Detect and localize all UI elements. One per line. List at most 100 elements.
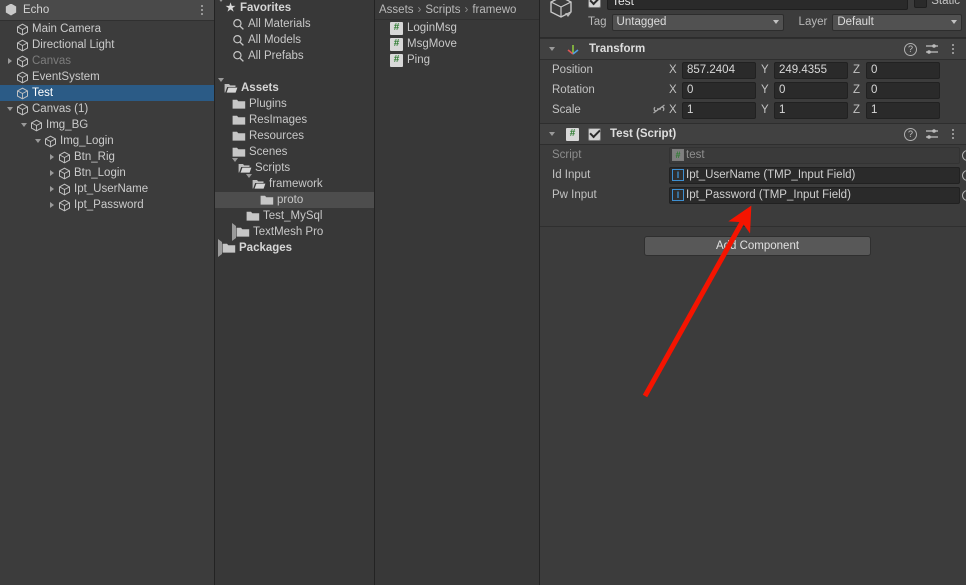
hierarchy-item-btn-rig[interactable]: Btn_Rig xyxy=(0,149,214,165)
inspector-panel: Test Static Tag Untagged Layer Default T… xyxy=(540,0,966,585)
object-field-id-input[interactable]: I Ipt_UserName (TMP_Input Field) xyxy=(669,166,966,184)
breadcrumb-separator: › xyxy=(417,3,422,16)
twirl-slot[interactable] xyxy=(46,170,58,176)
twirl-slot[interactable] xyxy=(4,58,16,64)
breadcrumb-segment[interactable]: Scripts xyxy=(425,4,460,16)
tag-label: Tag xyxy=(588,16,607,28)
search-icon xyxy=(232,34,245,47)
project-item-textmesh-pro[interactable]: TextMesh Pro xyxy=(215,223,374,241)
script-kebab-menu-icon[interactable] xyxy=(947,127,959,141)
transform-position-y-input[interactable]: 249.4355 xyxy=(774,61,848,79)
hierarchy-item-canvas[interactable]: Canvas xyxy=(0,53,214,69)
static-checkbox[interactable] xyxy=(914,0,928,8)
project-item-proto[interactable]: proto xyxy=(215,192,374,208)
hierarchy-item-label: Ipt_Password xyxy=(74,199,144,211)
preset-icon[interactable] xyxy=(925,128,939,140)
twirl-right-icon[interactable] xyxy=(50,154,54,160)
hierarchy-item-ipt-password[interactable]: Ipt_Password xyxy=(0,197,214,213)
add-component-button[interactable]: Add Component xyxy=(644,236,871,256)
file-list-item[interactable]: # MsgMove xyxy=(375,36,539,52)
gameobject-cube-icon xyxy=(16,71,29,84)
transform-position-x-input[interactable]: 857.2404 xyxy=(682,61,756,79)
twirl-right-icon[interactable] xyxy=(50,186,54,192)
project-item-test-mysql[interactable]: Test_MySql xyxy=(215,208,374,224)
twirl-right-icon[interactable] xyxy=(50,202,54,208)
hierarchy-item-eventsystem[interactable]: EventSystem xyxy=(0,69,214,85)
scale-constraint-lock-icon[interactable] xyxy=(651,103,669,118)
project-item-all-models[interactable]: All Models xyxy=(215,32,374,48)
script-enabled-checkbox[interactable] xyxy=(588,127,601,141)
twirl-slot[interactable] xyxy=(46,154,58,160)
twirl-slot[interactable] xyxy=(18,123,30,127)
help-icon[interactable]: ? xyxy=(904,42,917,56)
twirl-slot[interactable] xyxy=(4,107,16,111)
hierarchy-kebab-menu-icon[interactable] xyxy=(196,3,208,17)
folder-icon xyxy=(222,242,236,254)
hierarchy-item-img-login[interactable]: Img_Login xyxy=(0,133,214,149)
hierarchy-item-directional-light[interactable]: Directional Light xyxy=(0,37,214,53)
hierarchy-item-ipt-username[interactable]: Ipt_UserName xyxy=(0,181,214,197)
twirl-right-icon[interactable] xyxy=(50,170,54,176)
hierarchy-item-img-bg[interactable]: Img_BG xyxy=(0,117,214,133)
twirl-right-icon[interactable] xyxy=(8,58,12,64)
transform-kebab-menu-icon[interactable] xyxy=(947,42,959,56)
transform-rotation-x-input[interactable]: 0 xyxy=(682,81,756,99)
preset-icon[interactable] xyxy=(925,43,939,55)
project-item-resources[interactable]: Resources xyxy=(215,128,374,144)
transform-component-header[interactable]: Transform ? xyxy=(540,38,966,60)
tag-dropdown[interactable]: Untagged xyxy=(611,13,784,31)
twirl-slot[interactable] xyxy=(46,202,58,208)
object-field-script[interactable]: # test xyxy=(669,146,966,164)
project-item-scripts[interactable]: Scripts xyxy=(215,158,374,176)
project-item-scenes[interactable]: Scenes xyxy=(215,144,374,160)
project-item-framework[interactable]: framework xyxy=(215,174,374,192)
script-component-header[interactable]: # Test (Script) ? xyxy=(540,123,966,145)
project-item-favorites[interactable]: ★ Favorites xyxy=(215,0,374,16)
object-picker-icon[interactable] xyxy=(962,149,966,161)
object-name-field[interactable]: Test xyxy=(607,0,909,10)
script-title: Test (Script) xyxy=(610,128,677,140)
object-enabled-checkbox[interactable] xyxy=(588,0,601,8)
hierarchy-item-canvas-1[interactable]: Canvas (1) xyxy=(0,101,214,117)
help-icon[interactable]: ? xyxy=(904,127,917,141)
twirl-down-icon[interactable] xyxy=(35,139,41,143)
transform-scale-z-input[interactable]: 1 xyxy=(866,101,940,119)
twirl-down-icon[interactable] xyxy=(21,123,27,127)
transform-position-z-input[interactable]: 0 xyxy=(866,61,940,79)
breadcrumb-segment[interactable]: framewo xyxy=(472,4,516,16)
object-picker-icon[interactable] xyxy=(962,189,966,201)
script-foldout-arrow[interactable] xyxy=(549,132,555,136)
project-item-all-materials[interactable]: All Materials xyxy=(215,16,374,32)
hierarchy-item-main-camera[interactable]: Main Camera xyxy=(0,21,214,37)
twirl-slot[interactable] xyxy=(32,139,44,143)
layer-dropdown[interactable]: Default xyxy=(832,13,962,31)
breadcrumb[interactable]: Assets › Scripts › framewo xyxy=(375,0,539,20)
project-item-resimages[interactable]: ResImages xyxy=(215,112,374,128)
twirl-slot[interactable] xyxy=(46,186,58,192)
file-list-item[interactable]: # Ping xyxy=(375,52,539,68)
hierarchy-item-test[interactable]: Test xyxy=(0,85,214,101)
hierarchy-item-label: Ipt_UserName xyxy=(74,183,149,195)
project-item-plugins[interactable]: Plugins xyxy=(215,96,374,112)
gameobject-icon-dropdown-arrow[interactable] xyxy=(565,13,571,17)
file-list-item[interactable]: # LoginMsg xyxy=(375,20,539,36)
project-item-packages[interactable]: Packages xyxy=(215,239,374,257)
project-item-label: All Prefabs xyxy=(248,50,304,62)
object-picker-icon[interactable] xyxy=(962,169,966,181)
csharp-script-icon: # xyxy=(672,149,684,161)
breadcrumb-segment[interactable]: Assets xyxy=(379,4,414,16)
script-field-label: Id Input xyxy=(552,169,591,181)
transform-foldout-arrow[interactable] xyxy=(549,47,555,51)
transform-rotation-z-input[interactable]: 0 xyxy=(866,81,940,99)
transform-rotation-y-input[interactable]: 0 xyxy=(774,81,848,99)
project-item-all-prefabs[interactable]: All Prefabs xyxy=(215,48,374,64)
axis-label-y: Y xyxy=(761,104,769,116)
project-item-assets[interactable]: Assets xyxy=(215,78,374,96)
twirl-down-icon[interactable] xyxy=(7,107,13,111)
transform-scale-y-input[interactable]: 1 xyxy=(774,101,848,119)
gameobject-cube-icon xyxy=(16,55,29,68)
object-field-pw-input[interactable]: I Ipt_Password (TMP_Input Field) xyxy=(669,186,966,204)
hierarchy-item-btn-login[interactable]: Btn_Login xyxy=(0,165,214,181)
transform-scale-x-input[interactable]: 1 xyxy=(682,101,756,119)
file-name-label: Ping xyxy=(407,54,431,66)
